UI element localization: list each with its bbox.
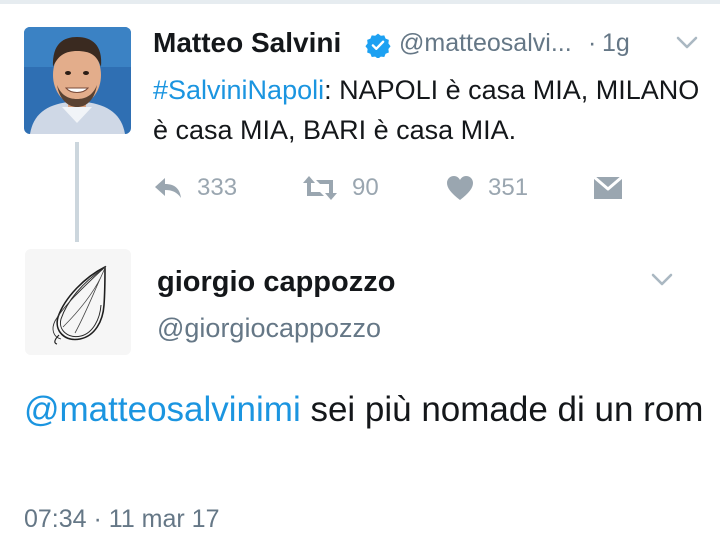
- reply-count: 333: [197, 174, 238, 201]
- hashtag-link[interactable]: #SalviniNapoli: [153, 75, 324, 105]
- chevron-down-icon[interactable]: [651, 272, 673, 288]
- author-handle[interactable]: @matteosalvi...: [399, 29, 572, 58]
- reply-body: sei più nomade di un rom: [300, 390, 704, 429]
- reply-author-name[interactable]: giorgio cappozzo: [157, 266, 395, 299]
- tweet-time[interactable]: 1g: [602, 29, 630, 58]
- reply-text: @matteosalvinimi sei più nomade di un ro…: [24, 385, 704, 435]
- author-name[interactable]: Matteo Salvini: [153, 27, 341, 59]
- reply-button[interactable]: 333: [153, 170, 237, 206]
- tweet-text: #SalviniNapoli: NAPOLI è casa MIA, MILAN…: [153, 70, 713, 150]
- tweet-actions: 333 90 351: [0, 170, 720, 206]
- verified-badge-icon: [365, 32, 391, 59]
- reply-author-handle[interactable]: @giorgiocappozzo: [157, 313, 381, 344]
- reply-icon: [155, 178, 181, 198]
- avatar[interactable]: [25, 249, 131, 355]
- heart-icon: [447, 176, 473, 200]
- like-count: 351: [488, 174, 529, 201]
- avatar[interactable]: [24, 27, 131, 134]
- reply-timestamp[interactable]: 07:34 · 11 mar 17: [24, 505, 219, 534]
- chevron-down-icon[interactable]: [676, 35, 698, 51]
- tweet-header: Matteo Salvini @matteosalvi... · 1g: [153, 23, 713, 63]
- retweet-count: 90: [352, 174, 379, 201]
- time-separator: ·: [588, 29, 597, 57]
- like-button[interactable]: 351: [446, 170, 528, 206]
- retweet-icon: [303, 176, 337, 200]
- mention-link[interactable]: @matteosalvinimi: [24, 390, 301, 429]
- top-divider: [0, 0, 720, 4]
- retweet-button[interactable]: 90: [302, 170, 379, 206]
- envelope-icon: [593, 176, 623, 199]
- direct-message-button[interactable]: [592, 170, 624, 206]
